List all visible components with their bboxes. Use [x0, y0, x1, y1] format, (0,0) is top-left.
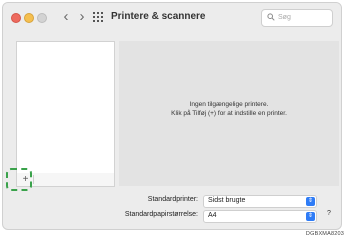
window-title: Printere & scannere [111, 11, 206, 22]
search-field[interactable] [261, 9, 333, 27]
default-printer-select[interactable]: Sidst brugte ⇕ [203, 195, 317, 208]
printer-list[interactable] [16, 41, 115, 174]
show-all-grid-icon[interactable] [93, 12, 104, 23]
minimize-window-button[interactable] [24, 13, 34, 23]
add-printer-hint: Klik på Tilføj (+) for at indstille en p… [171, 110, 287, 117]
add-button-highlight [6, 168, 32, 191]
close-window-button[interactable] [11, 13, 21, 23]
default-paper-select[interactable]: A4 ⇕ [203, 210, 317, 223]
toolbar-divider [33, 175, 34, 184]
help-button[interactable]: ? [327, 210, 331, 217]
zoom-window-button[interactable] [37, 13, 47, 23]
printers-window: ‹ › Printere & scannere + Ingen tilgænge… [2, 2, 342, 230]
forward-button[interactable]: › [75, 8, 89, 26]
printer-detail-panel: Ingen tilgængelige printere. Klik på Til… [119, 41, 339, 186]
titlebar: ‹ › Printere & scannere [3, 3, 341, 33]
default-printer-label: Standardprinter: [147, 196, 198, 203]
search-input[interactable] [278, 11, 328, 24]
default-printer-value: Sidst brugte [208, 197, 246, 204]
default-paper-label: Standardpapirstørrelse: [124, 211, 198, 218]
no-printers-message: Ingen tilgængelige printere. [189, 101, 269, 108]
back-button[interactable]: ‹ [59, 8, 73, 26]
figure-code: DGBXMA8203 [305, 231, 344, 237]
search-icon [267, 13, 275, 21]
select-stepper-icon: ⇕ [306, 197, 315, 206]
default-paper-value: A4 [208, 212, 217, 219]
select-stepper-icon: ⇕ [306, 212, 315, 221]
